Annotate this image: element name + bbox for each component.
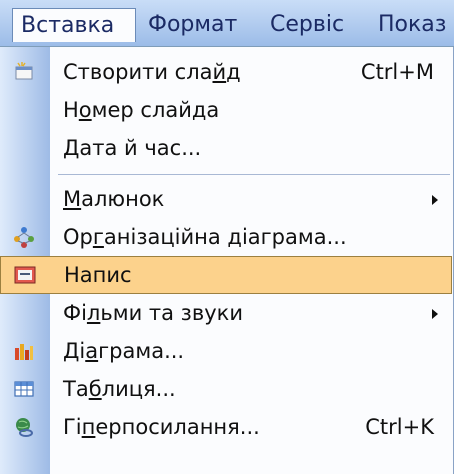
menu-item-label: Фільми та звуки (63, 301, 243, 325)
submenu-arrow-icon (432, 309, 438, 319)
shortcut-text: Ctrl+M (360, 60, 434, 84)
menu-item-label: Малюнок (63, 187, 165, 211)
menu-bar: Вставка Формат Сервіс Показ (0, 0, 454, 47)
menu-format[interactable]: Формат (148, 8, 237, 42)
submenu-arrow-icon (432, 195, 438, 205)
text-box-icon (14, 264, 36, 286)
menu-item-label: Дата й час... (63, 136, 202, 160)
menu-item-label: Напис (64, 263, 132, 287)
menu-item-picture[interactable]: Малюнок (0, 180, 452, 218)
menu-item-new-slide[interactable]: Створити слайд Ctrl+M (0, 53, 452, 91)
table-icon (13, 378, 35, 400)
shortcut-text: Ctrl+K (365, 415, 434, 439)
menu-item-date-time[interactable]: Дата й час... (0, 129, 452, 167)
menu-insert-label: Вставка (21, 13, 115, 38)
menu-tools-label: Сервіс (270, 12, 345, 37)
menu-slideshow-label: Показ (378, 12, 447, 37)
menu-item-movies-sounds[interactable]: Фільми та звуки (0, 294, 452, 332)
menu-item-table[interactable]: Таблиця... (0, 370, 452, 408)
menu-item-label: Створити слайд (63, 60, 241, 84)
menu-separator (58, 174, 450, 175)
menu-item-label: Номер слайда (63, 98, 220, 122)
menu-item-org-chart[interactable]: Організаційна діаграма... (0, 218, 452, 256)
new-slide-icon (13, 61, 35, 83)
menu-insert[interactable]: Вставка (12, 8, 136, 42)
menu-item-hyperlink[interactable]: Гіперпосилання... Ctrl+K (0, 408, 452, 446)
menu-item-chart[interactable]: Діаграма... (0, 332, 452, 370)
menu-format-label: Формат (148, 12, 238, 37)
chart-icon (13, 340, 35, 362)
hyperlink-icon (13, 416, 35, 438)
menu-item-slide-number[interactable]: Номер слайда (0, 91, 452, 129)
menu-tools[interactable]: Сервіс (270, 8, 344, 42)
menu-item-label: Таблиця... (63, 377, 176, 401)
menu-item-label: Організаційна діаграма... (63, 225, 347, 249)
insert-dropdown-menu: Створити слайд Ctrl+M Номер слайда Дата … (0, 47, 454, 474)
org-chart-icon (13, 226, 35, 248)
menu-item-label: Гіперпосилання... (63, 415, 260, 439)
menu-slideshow[interactable]: Показ (378, 8, 446, 42)
menu-item-label: Діаграма... (63, 339, 185, 363)
menu-item-text-box[interactable]: Напис (0, 256, 452, 294)
